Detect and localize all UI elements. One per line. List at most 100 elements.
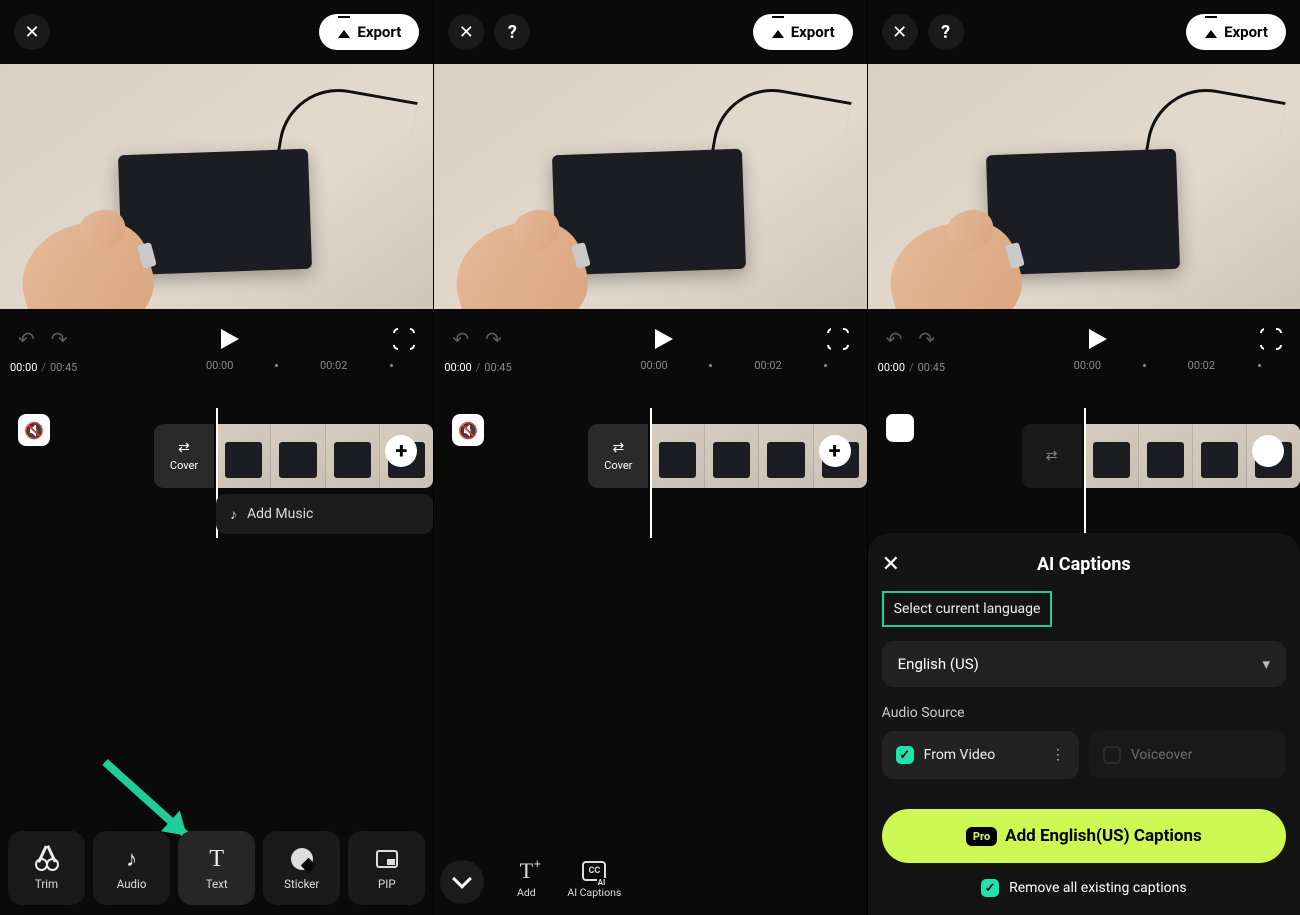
playbar: ↶ ↷ xyxy=(0,309,433,355)
time-ruler[interactable]: 00:00 / 00:45 00:00 00:02 xyxy=(434,355,866,374)
tool-pip-label: PIP xyxy=(378,877,396,891)
export-label: Export xyxy=(357,23,401,41)
tool-sticker-label: Sticker xyxy=(284,877,319,891)
tool-add-text[interactable]: T Add xyxy=(494,849,558,909)
video-preview[interactable] xyxy=(0,64,433,309)
tool-sticker[interactable]: Sticker xyxy=(263,831,340,905)
tool-text[interactable]: T Text xyxy=(178,831,255,905)
play-button[interactable] xyxy=(221,329,239,349)
swap-icon: ⇄ xyxy=(1046,448,1058,464)
export-button[interactable]: Export xyxy=(753,14,853,50)
tool-audio[interactable]: ♪ Audio xyxy=(93,831,170,905)
export-button[interactable]: Export xyxy=(319,14,419,50)
undo-button[interactable]: ↶ xyxy=(452,327,469,351)
timeline-track[interactable]: 🔇 ⇄ Cover + xyxy=(434,424,866,488)
redo-button[interactable]: ↷ xyxy=(918,327,935,351)
playhead[interactable] xyxy=(1084,408,1086,538)
ruler-tick-0: 00:00 xyxy=(206,359,233,372)
redo-button[interactable]: ↷ xyxy=(485,327,502,351)
checkbox-checked-icon: ✓ xyxy=(981,879,999,897)
mute-button[interactable]: 🔇 xyxy=(18,414,50,446)
editor-panel-step2: Export ↶ ↷ 00:00 / 00:45 00:00 00:02 🔇 ⇄… xyxy=(433,0,866,915)
undo-button[interactable]: ↶ xyxy=(18,327,35,351)
ruler-tick-2: 00:02 xyxy=(754,359,781,372)
swap-icon: ⇄ xyxy=(178,440,190,456)
add-music-label: Add Music xyxy=(247,506,313,522)
help-button[interactable] xyxy=(928,14,964,50)
video-preview[interactable] xyxy=(868,64,1300,309)
play-button[interactable] xyxy=(1089,329,1107,349)
chevron-down-icon xyxy=(452,869,472,889)
cover-chip[interactable]: ⇄ Cover xyxy=(154,424,214,488)
time-ruler[interactable]: 00:00 / 00:45 00:00 00:02 xyxy=(0,355,433,374)
tool-trim[interactable]: Trim xyxy=(8,831,85,905)
cover-label: Cover xyxy=(170,459,198,472)
cover-chip[interactable]: ⇄ xyxy=(1022,424,1082,488)
timeline-track[interactable]: ⇄ xyxy=(868,424,1300,488)
bottom-toolbar: Trim ♪ Audio T Text Sticker PIP xyxy=(0,831,433,905)
sheet-close-button[interactable] xyxy=(882,552,910,577)
close-button[interactable] xyxy=(448,14,484,50)
checkbox-checked-icon: ✓ xyxy=(896,746,914,764)
editor-panel-step3: Export ↶ ↷ 00:00 / 00:45 00:00 00:02 ⇄ xyxy=(867,0,1300,915)
close-button[interactable] xyxy=(14,14,50,50)
playbar: ↶ ↷ xyxy=(868,309,1300,355)
music-note-icon: ♪ xyxy=(230,506,237,523)
tool-ai-captions[interactable]: CC AI Captions xyxy=(562,849,626,909)
ai-captions-sheet: AI Captions Select current language Engl… xyxy=(868,533,1300,915)
select-language-label: Select current language xyxy=(882,591,1053,627)
remove-existing-label: Remove all existing captions xyxy=(1009,880,1186,896)
help-button[interactable] xyxy=(494,14,530,50)
add-music-button[interactable]: ♪ Add Music xyxy=(216,494,433,534)
tool-aicaptions-label: AI Captions xyxy=(567,886,621,899)
swap-icon: ⇄ xyxy=(612,440,624,456)
add-clip-button[interactable] xyxy=(1252,435,1284,467)
language-dropdown[interactable]: English (US) ▾ xyxy=(882,641,1286,687)
ruler-tick-0: 00:00 xyxy=(640,359,667,372)
undo-button[interactable]: ↶ xyxy=(886,327,903,351)
source-options-button[interactable]: ⋮ xyxy=(1051,747,1065,763)
fullscreen-button[interactable] xyxy=(393,328,415,350)
tool-add-label: Add xyxy=(517,886,536,899)
topbar: Export xyxy=(0,0,433,64)
fullscreen-button[interactable] xyxy=(827,328,849,350)
cc-icon: CC xyxy=(582,861,606,881)
add-captions-button[interactable]: Pro Add English(US) Captions xyxy=(882,809,1286,863)
topbar: Export xyxy=(434,0,866,64)
language-value: English (US) xyxy=(898,655,979,673)
dropdown-caret-icon: ▾ xyxy=(1262,655,1270,673)
source-voiceover-label: Voiceover xyxy=(1131,747,1192,763)
redo-button[interactable]: ↷ xyxy=(51,327,68,351)
tool-pip[interactable]: PIP xyxy=(348,831,425,905)
export-label: Export xyxy=(791,23,835,41)
ruler-tick-2: 00:02 xyxy=(320,359,347,372)
close-button[interactable] xyxy=(882,14,918,50)
sheet-title: AI Captions xyxy=(910,554,1286,575)
ruler-tick-0: 00:00 xyxy=(1074,359,1101,372)
collapse-button[interactable] xyxy=(440,860,484,904)
source-from-video[interactable]: ✓ From Video ⋮ xyxy=(882,731,1079,779)
video-preview[interactable] xyxy=(434,64,866,309)
checkbox-empty-icon xyxy=(1103,746,1121,764)
pro-badge: Pro xyxy=(966,827,997,846)
time-ruler[interactable]: 00:00 / 00:45 00:00 00:02 xyxy=(868,355,1300,374)
export-icon xyxy=(1204,25,1218,39)
timeline-track[interactable]: 🔇 ⇄ Cover + ♪ Add Music xyxy=(0,424,433,488)
tool-audio-label: Audio xyxy=(117,877,147,891)
source-voiceover: Voiceover xyxy=(1089,731,1286,779)
playhead[interactable] xyxy=(650,408,652,538)
fullscreen-button[interactable] xyxy=(1260,328,1282,350)
cover-chip[interactable]: ⇄ Cover xyxy=(588,424,648,488)
mute-button[interactable] xyxy=(886,414,914,442)
play-button[interactable] xyxy=(655,329,673,349)
ruler-tick-2: 00:02 xyxy=(1188,359,1215,372)
mute-button[interactable]: 🔇 xyxy=(452,414,484,446)
export-button[interactable]: Export xyxy=(1186,14,1286,50)
tool-trim-label: Trim xyxy=(35,877,58,891)
tool-text-label: Text xyxy=(206,877,228,891)
topbar: Export xyxy=(868,0,1300,64)
add-clip-button[interactable]: + xyxy=(819,435,851,467)
source-from-video-label: From Video xyxy=(924,747,996,763)
remove-existing-toggle[interactable]: ✓ Remove all existing captions xyxy=(882,879,1286,897)
text-plus-icon: T xyxy=(520,858,533,884)
